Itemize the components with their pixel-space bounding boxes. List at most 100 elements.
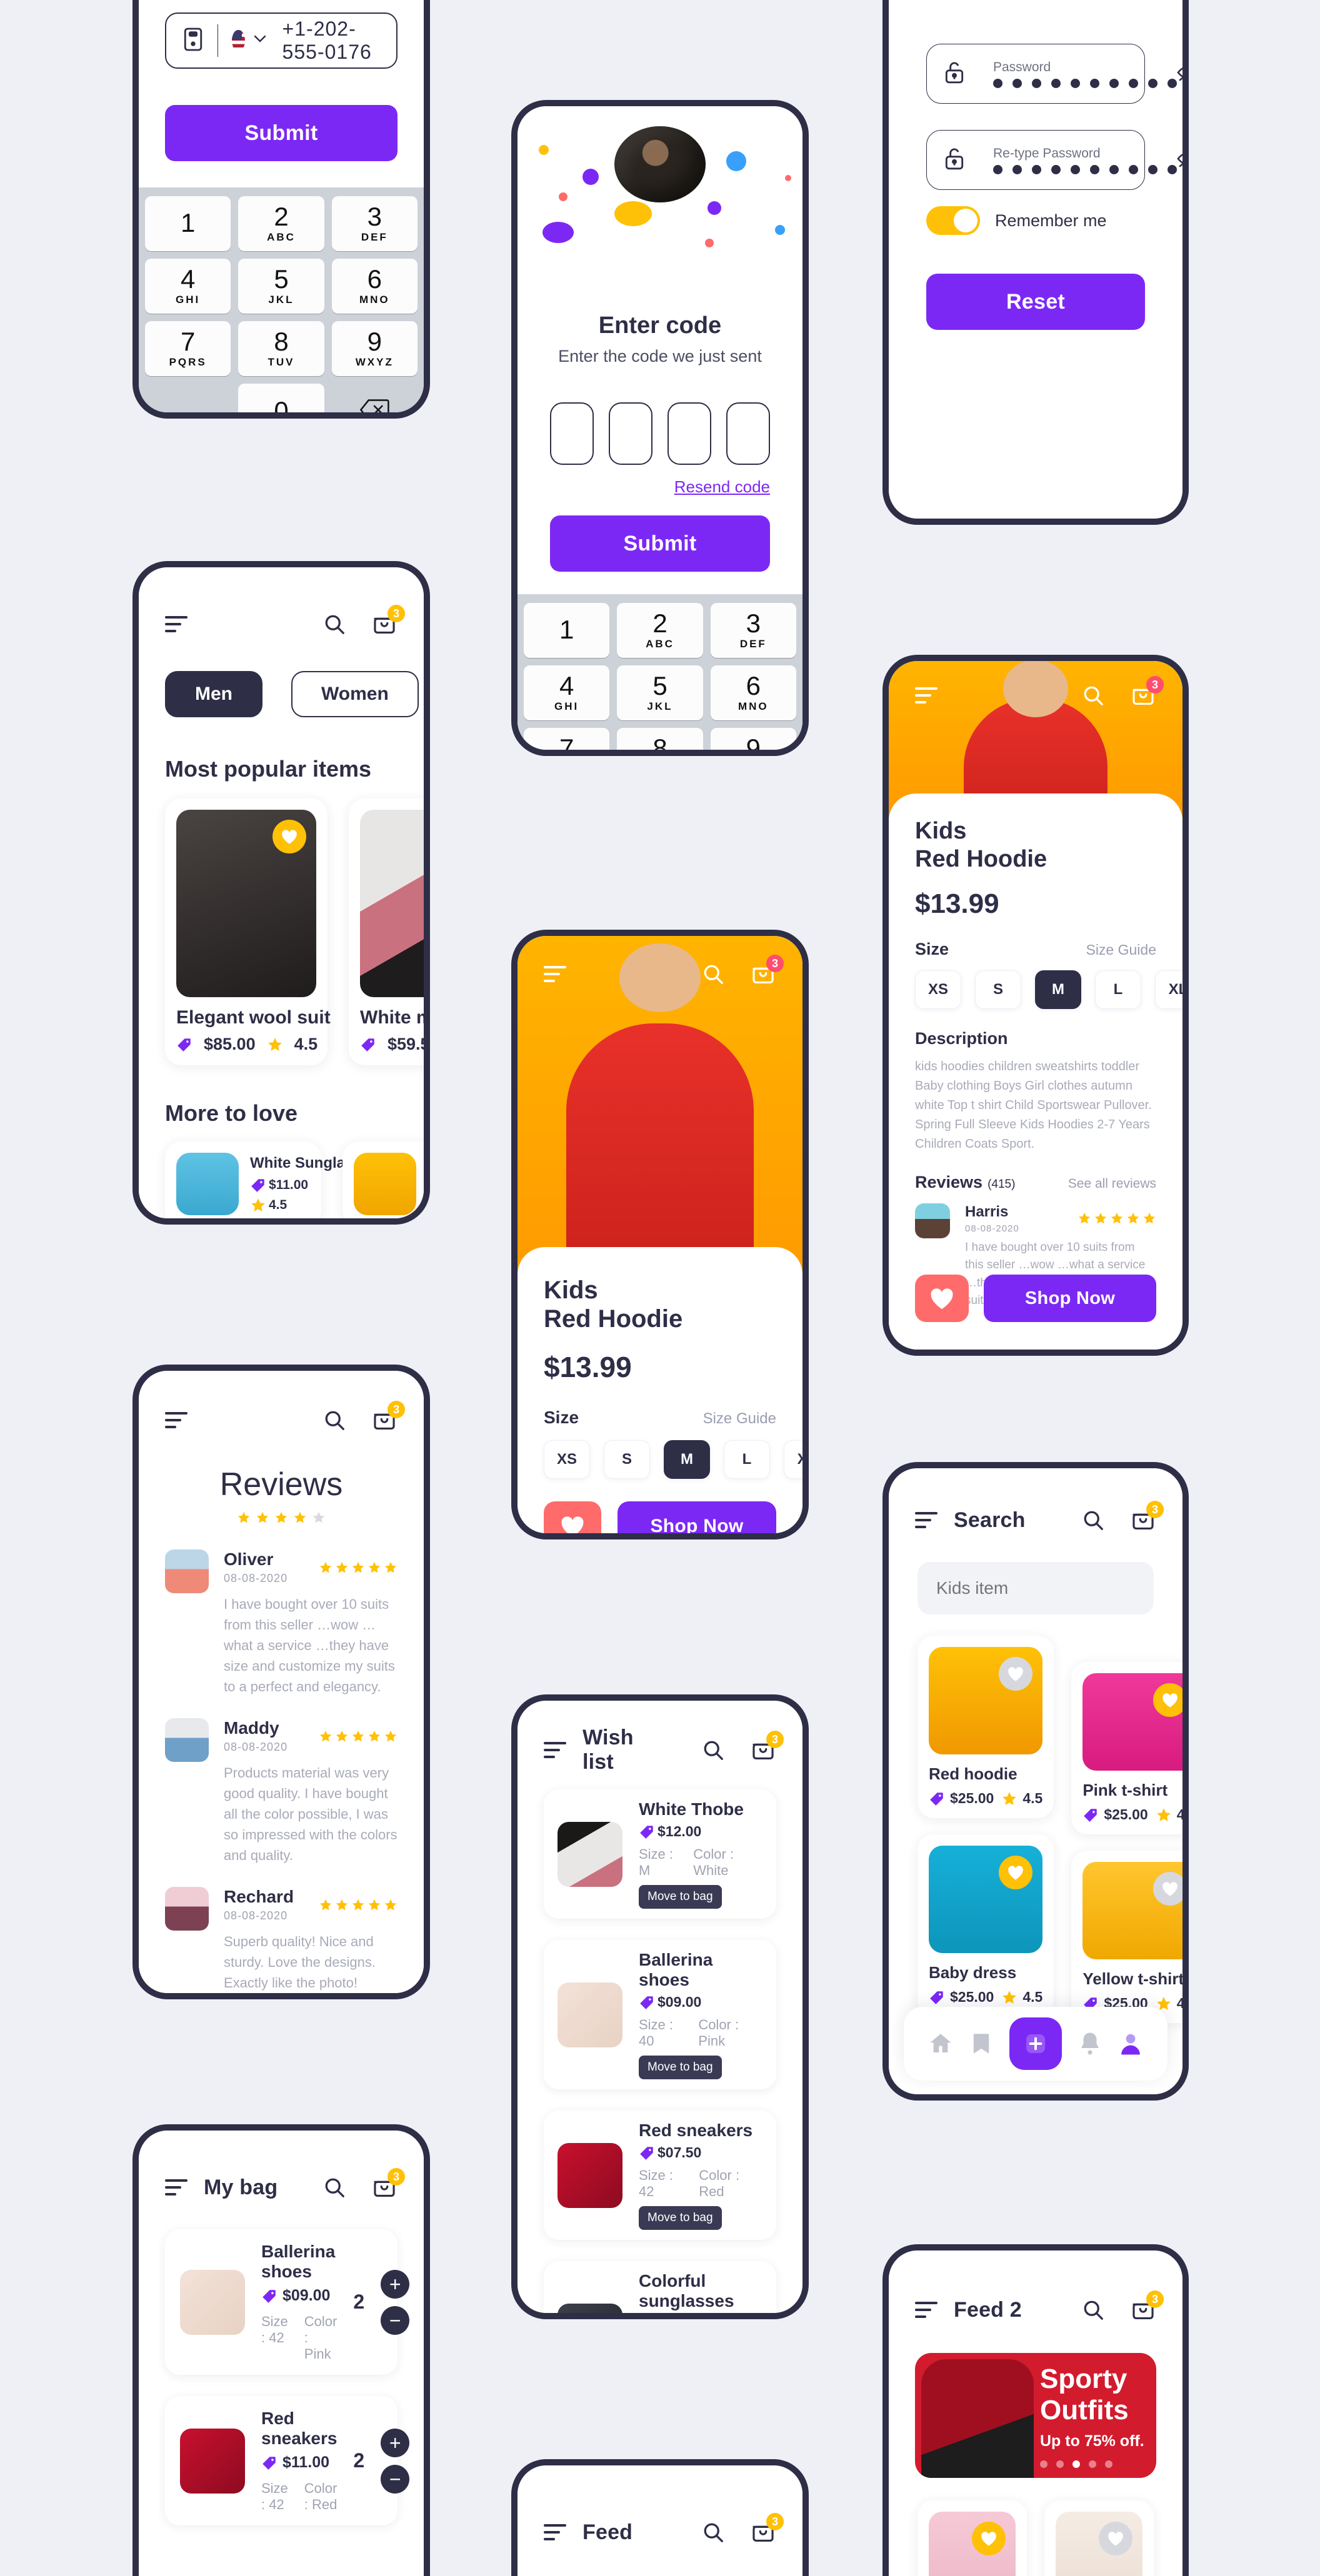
favorite-icon[interactable] — [1152, 1872, 1182, 1906]
size-option-xl[interactable]: XL — [784, 1440, 802, 1479]
retype-password-field[interactable]: Re-type Password — [926, 130, 1182, 190]
size-option-l[interactable]: L — [1095, 970, 1141, 1009]
key-8[interactable]: 8TUV — [238, 321, 324, 376]
key-9[interactable]: 9WXYZ — [710, 728, 796, 750]
cart-icon[interactable]: 3 — [1130, 1501, 1164, 1533]
carousel-dot[interactable] — [1040, 2460, 1048, 2468]
cart-icon[interactable]: 3 — [371, 2168, 405, 2201]
bag-item[interactable]: Red sneakers $11.00 Size : 42 Color : Re… — [165, 2396, 410, 2525]
see-all-reviews-link[interactable]: See all reviews — [1068, 1176, 1156, 1191]
key-2[interactable]: 2 ABC — [238, 196, 324, 251]
key-3[interactable]: 3 DEF — [331, 196, 418, 251]
menu-icon[interactable] — [544, 2524, 566, 2540]
search-input[interactable] — [918, 1578, 1154, 1598]
wishlist-item[interactable]: White Thobe $12.00 Size : M Color : Whit… — [544, 1789, 776, 1919]
key-6[interactable]: 6 MNO — [710, 665, 796, 720]
key-7[interactable]: 7PQRS — [524, 728, 610, 750]
favorite-icon[interactable] — [1152, 1683, 1182, 1717]
tab-men[interactable]: Men — [165, 671, 262, 717]
product-card[interactable]: Red $1 4 — [342, 1141, 424, 1218]
nav-home-icon[interactable] — [928, 2031, 954, 2057]
product-card[interactable]: Elegant wool suit $85.00 4.5 — [165, 798, 331, 1065]
promo-banner[interactable]: Sporty Outfits Up to 75% off. — [915, 2353, 1156, 2478]
menu-icon[interactable] — [165, 1412, 188, 1428]
move-to-bag-button[interactable]: Move to bag — [639, 2056, 722, 2079]
size-option-xs[interactable]: XS — [915, 970, 961, 1009]
us-flag-icon[interactable] — [232, 30, 245, 51]
otp-digit-3[interactable] — [668, 402, 711, 465]
increase-button[interactable]: + — [381, 2428, 410, 2457]
menu-icon[interactable] — [165, 616, 188, 632]
move-to-bag-button[interactable]: Move to bag — [639, 2206, 722, 2230]
menu-icon[interactable] — [544, 1742, 566, 1758]
key-5[interactable]: 5 JKL — [617, 665, 703, 720]
cart-icon[interactable]: 3 — [371, 1401, 405, 1433]
shop-now-button[interactable]: Shop Now — [618, 1501, 776, 1533]
cart-icon[interactable]: 3 — [1130, 2290, 1164, 2323]
search-icon[interactable] — [321, 611, 348, 637]
favorite-button[interactable] — [915, 1275, 969, 1322]
favorite-icon[interactable] — [999, 1657, 1033, 1691]
key-6[interactable]: 6 MNO — [331, 259, 418, 314]
decrease-button[interactable]: − — [381, 2464, 410, 2494]
submit-button[interactable]: Submit — [550, 515, 770, 572]
search-icon[interactable] — [321, 1407, 348, 1433]
reset-button[interactable]: Reset — [926, 274, 1145, 330]
cart-icon[interactable]: 3 — [1130, 676, 1164, 709]
size-guide-link[interactable]: Size Guide — [1086, 942, 1156, 958]
search-icon[interactable] — [1080, 1507, 1106, 1533]
search-icon[interactable] — [1080, 682, 1106, 709]
cart-icon[interactable]: 3 — [750, 955, 784, 987]
key-5[interactable]: 5 JKL — [238, 259, 324, 314]
carousel-dot[interactable] — [1056, 2460, 1064, 2468]
search-icon[interactable] — [1080, 2297, 1106, 2323]
key-0[interactable]: 0 — [238, 384, 324, 412]
wishlist-item[interactable]: Colorful sunglasses $05.50 Size : M Colo… — [544, 2261, 776, 2313]
size-option-l[interactable]: L — [724, 1440, 770, 1479]
product-card[interactable]: White Sunglass $11.00 4.5 — [165, 1141, 362, 1218]
otp-digit-4[interactable] — [726, 402, 770, 465]
submit-button[interactable]: Submit — [165, 105, 398, 161]
menu-icon[interactable] — [165, 2179, 188, 2196]
wishlist-item[interactable]: Ballerina shoes $09.00 Size : 40 Color :… — [544, 1940, 776, 2089]
key-4[interactable]: 4 GHI — [524, 665, 610, 720]
search-result-card[interactable]: Red hoodie $25.00 4.5 — [918, 1636, 1054, 1818]
nav-profile-icon[interactable] — [1118, 2031, 1144, 2057]
resend-code-link[interactable]: Resend code — [674, 477, 770, 496]
otp-digit-2[interactable] — [609, 402, 652, 465]
size-option-s[interactable]: S — [975, 970, 1021, 1009]
tab-women[interactable]: Women — [291, 671, 419, 717]
eye-off-icon[interactable] — [1177, 63, 1182, 85]
backspace-button[interactable] — [332, 384, 418, 412]
cart-icon[interactable]: 3 — [750, 1731, 784, 1763]
menu-icon[interactable] — [915, 687, 938, 704]
search-result-card[interactable]: Pink t-shirt $25.00 4.5 — [1071, 1662, 1182, 1834]
menu-icon[interactable] — [915, 2302, 938, 2318]
favorite-icon[interactable] — [1099, 2522, 1132, 2555]
search-icon[interactable] — [700, 961, 726, 987]
chevron-down-icon[interactable] — [254, 35, 266, 46]
wishlist-item[interactable]: Red sneakers $07.50 Size : 42 Color : Re… — [544, 2111, 776, 2240]
search-result-card[interactable]: Baby dress $25.00 4.5 — [918, 1834, 1054, 2017]
key-7[interactable]: 7PQRS — [145, 321, 231, 376]
key-1[interactable]: 1 — [145, 196, 231, 251]
favorite-button[interactable] — [544, 1501, 601, 1533]
favorite-icon[interactable] — [972, 2522, 1006, 2555]
bag-item[interactable]: Ballerina shoes $09.00 Size : 42 Color :… — [165, 2229, 410, 2375]
carousel-dot-active[interactable] — [1072, 2460, 1080, 2468]
nav-bookmark-icon[interactable] — [968, 2031, 994, 2057]
eye-off-icon[interactable] — [1177, 149, 1182, 171]
nav-add-button[interactable] — [1009, 2017, 1062, 2070]
key-9[interactable]: 9WXYZ — [331, 321, 418, 376]
decrease-button[interactable]: − — [381, 2305, 410, 2335]
cart-icon[interactable]: 3 — [371, 605, 405, 637]
phone-number-input[interactable]: +1-202-555-0176 — [165, 12, 398, 69]
move-to-bag-button[interactable]: Move to bag — [639, 1885, 722, 1909]
favorite-icon[interactable] — [272, 820, 306, 853]
favorite-icon[interactable] — [999, 1856, 1033, 1889]
size-option-m[interactable]: M — [664, 1440, 710, 1479]
feed-card[interactable] — [1044, 2500, 1154, 2576]
size-option-xl[interactable]: XL — [1155, 970, 1182, 1009]
carousel-dot[interactable] — [1105, 2460, 1112, 2468]
key-3[interactable]: 3 DEF — [710, 603, 796, 658]
